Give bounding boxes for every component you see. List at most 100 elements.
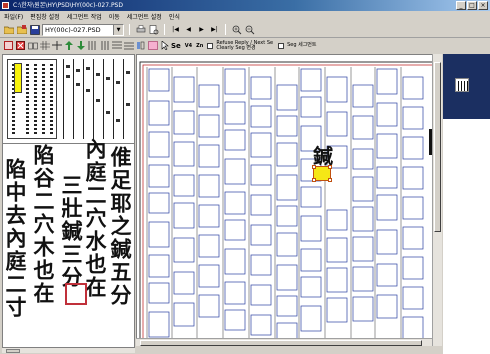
- segment-box[interactable]: [224, 158, 246, 185]
- segment-box[interactable]: [326, 297, 348, 323]
- segment-box[interactable]: [276, 142, 298, 167]
- resize-handle[interactable]: [312, 165, 316, 169]
- source-image-pane[interactable]: 倠足耶之鍼五分 內庭二穴水也在 三壯鍼三分 陷谷二穴木也在 陷中去內庭二寸: [2, 54, 135, 348]
- segment-box[interactable]: [326, 237, 348, 263]
- segment-box[interactable]: [198, 174, 220, 198]
- segment-box[interactable]: [198, 234, 220, 258]
- segment-box[interactable]: [300, 276, 322, 298]
- segment-box[interactable]: [376, 133, 398, 159]
- segment-box[interactable]: [300, 305, 322, 332]
- column-left-icon[interactable]: [87, 40, 98, 51]
- segment-delete-icon[interactable]: [15, 40, 26, 51]
- segment-box[interactable]: [352, 296, 374, 322]
- segment-box[interactable]: [224, 248, 246, 275]
- menu-edit-settings[interactable]: 편집창 설정: [30, 12, 60, 21]
- segment-box[interactable]: [326, 209, 348, 231]
- scrollbar-thumb[interactable]: [434, 62, 441, 232]
- segment-box[interactable]: [173, 174, 195, 197]
- nav-next-button[interactable]: ▶: [196, 24, 207, 35]
- segment-box[interactable]: [148, 100, 170, 126]
- column-right-icon[interactable]: [99, 40, 110, 51]
- chevron-down-icon[interactable]: ▼: [113, 24, 123, 35]
- segment-box[interactable]: [148, 68, 170, 92]
- file-select[interactable]: HY(00c)-027.PSD ▼: [42, 23, 124, 36]
- segment-box[interactable]: [300, 248, 322, 272]
- segment-box[interactable]: [250, 76, 272, 100]
- open-folder-icon[interactable]: [3, 24, 14, 35]
- align-left-icon[interactable]: [135, 40, 146, 51]
- segment-box[interactable]: [198, 114, 220, 138]
- segment-box[interactable]: [148, 282, 170, 304]
- segment-box[interactable]: [250, 314, 272, 336]
- segment-box[interactable]: [224, 281, 246, 305]
- segment-box[interactable]: [148, 221, 170, 248]
- segment-box[interactable]: [224, 309, 246, 331]
- seg-checkbox[interactable]: [278, 42, 285, 49]
- segment-box[interactable]: [198, 204, 220, 228]
- segment-box[interactable]: [402, 136, 424, 160]
- zoom-in-icon[interactable]: [231, 24, 242, 35]
- print-preview-icon[interactable]: [148, 24, 159, 35]
- refuse-checkbox[interactable]: [207, 42, 214, 49]
- segment-box[interactable]: [198, 84, 220, 108]
- segment-box[interactable]: [224, 101, 246, 125]
- close-button[interactable]: ×: [478, 1, 488, 10]
- segment-box[interactable]: [276, 174, 298, 201]
- segment-box[interactable]: [173, 110, 195, 135]
- segment-box[interactable]: [224, 68, 246, 95]
- segment-box[interactable]: [326, 76, 348, 103]
- segment-box[interactable]: [402, 76, 424, 100]
- arrow-down-icon[interactable]: [75, 40, 86, 51]
- menu-recognize[interactable]: 인식: [169, 12, 180, 21]
- nav-last-button[interactable]: ▶|: [209, 24, 220, 35]
- segment-box[interactable]: [250, 105, 272, 128]
- segment-merge-icon[interactable]: [27, 40, 38, 51]
- segment-box[interactable]: [300, 68, 322, 92]
- maximize-button[interactable]: □: [467, 1, 477, 10]
- page-thumbnail[interactable]: [7, 59, 57, 139]
- minimize-button[interactable]: _: [456, 1, 466, 10]
- segment-box[interactable]: [402, 196, 424, 220]
- zn-label[interactable]: Zn: [196, 43, 203, 49]
- row-top-icon[interactable]: [111, 40, 122, 51]
- segment-box[interactable]: [276, 205, 298, 227]
- segment-box[interactable]: [276, 295, 298, 317]
- segment-box[interactable]: [148, 164, 170, 188]
- segment-box[interactable]: [276, 84, 298, 111]
- segment-box[interactable]: [224, 129, 246, 151]
- split-icon[interactable]: [51, 40, 62, 51]
- segment-box[interactable]: [198, 264, 220, 288]
- segment-box[interactable]: [173, 202, 195, 229]
- segment-box[interactable]: [173, 271, 195, 295]
- segment-box[interactable]: [402, 316, 424, 340]
- segment-box[interactable]: [300, 215, 322, 242]
- segment-box[interactable]: [376, 294, 398, 319]
- resize-handle[interactable]: [312, 178, 316, 182]
- segment-red-icon[interactable]: [3, 40, 14, 51]
- segment-box[interactable]: [148, 311, 170, 338]
- save-icon[interactable]: [29, 24, 40, 35]
- scrollbar-thumb[interactable]: [6, 349, 20, 353]
- segment-box[interactable]: [352, 176, 374, 202]
- resize-handle[interactable]: [328, 165, 332, 169]
- grid-icon[interactable]: [39, 40, 50, 51]
- segment-box[interactable]: [352, 115, 374, 140]
- zoom-out-icon[interactable]: [244, 24, 255, 35]
- segment-box[interactable]: [224, 219, 246, 241]
- scrollbar-thumb[interactable]: [140, 340, 422, 346]
- segment-box[interactable]: [376, 263, 398, 287]
- segment-box[interactable]: [250, 164, 272, 186]
- select-pointer-icon[interactable]: [159, 40, 170, 51]
- left-horizontal-scrollbar[interactable]: [2, 347, 135, 353]
- segment-box[interactable]: [300, 96, 322, 118]
- segment-box[interactable]: [173, 141, 195, 167]
- canvas-vertical-scrollbar[interactable]: [432, 54, 442, 346]
- segment-box[interactable]: [376, 194, 398, 221]
- segment-box[interactable]: [352, 206, 374, 232]
- nav-prev-button[interactable]: ◀: [183, 24, 194, 35]
- row-bottom-icon[interactable]: [123, 40, 134, 51]
- segment-box[interactable]: [300, 186, 322, 208]
- segment-box[interactable]: [352, 84, 374, 108]
- segment-box[interactable]: [402, 256, 424, 280]
- segment-box[interactable]: [250, 254, 272, 276]
